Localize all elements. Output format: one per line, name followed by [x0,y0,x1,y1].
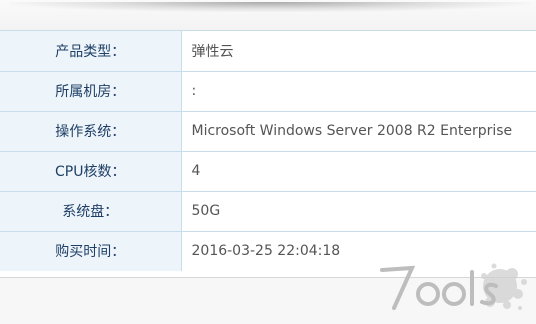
purchase-time-label: 购买时间： [0,231,182,271]
watermark-logo [372,250,532,320]
system-disk-value: 50G [181,191,536,232]
datacenter-label: 所属机房： [0,71,182,112]
product-type-value: 弹性云 [181,31,536,72]
system-disk-label: 系统盘： [0,191,182,232]
product-type-label: 产品类型： [0,31,182,72]
cpu-cores-value: 4 [181,151,536,192]
table-row-product-type: 产品类型： 弹性云 [0,31,536,72]
table-row-system-disk: 系统盘： 50G [0,191,536,232]
datacenter-value: : [181,71,536,112]
server-info-panel: 产品类型： 弹性云 所属机房： : 操作系统： Microsoft Window… [0,30,536,278]
os-value: Microsoft Windows Server 2008 R2 Enterpr… [181,111,536,152]
watermark-logo-graphic [380,263,527,310]
cpu-cores-label: CPU核数： [0,151,182,192]
os-label: 操作系统： [0,111,182,152]
table-row-os: 操作系统： Microsoft Windows Server 2008 R2 E… [0,111,536,152]
top-shadow [10,2,530,12]
watermark-lettering [380,265,498,310]
table-row-datacenter: 所属机房： : [0,71,536,112]
table-row-cpu: CPU核数： 4 [0,151,536,192]
server-info-table: 产品类型： 弹性云 所属机房： : 操作系统： Microsoft Window… [0,31,536,271]
